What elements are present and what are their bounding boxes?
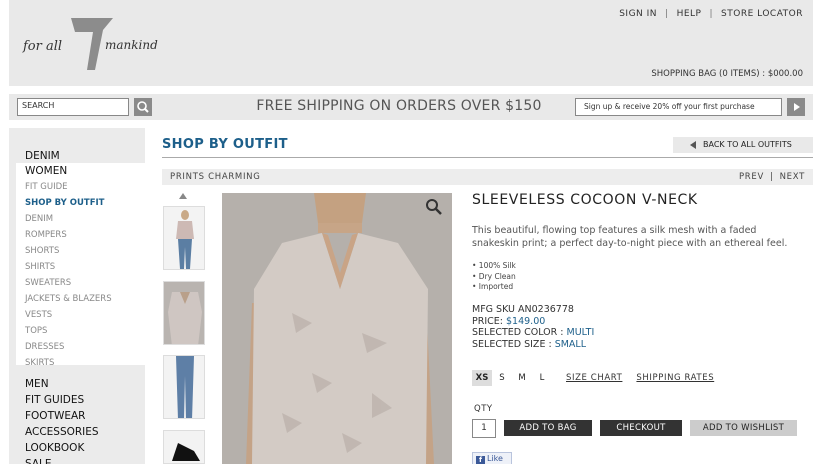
sign-in-link[interactable]: SIGN IN	[619, 9, 657, 19]
sidebar-item-fit-guides[interactable]: FIT GUIDES	[25, 392, 99, 408]
back-to-all-outfits-button[interactable]: BACK TO ALL OUTFITS	[673, 137, 813, 153]
size-value: SMALL	[554, 338, 587, 350]
add-to-bag-button[interactable]: ADD TO BAG	[504, 420, 592, 436]
sidebar-subitem-dresses[interactable]: DRESSES	[16, 339, 145, 355]
feature-item: • 100% Silk	[472, 261, 516, 270]
size-option-m[interactable]: M	[512, 370, 532, 386]
product-thumbnail[interactable]	[163, 430, 205, 464]
sidebar-subitem-skirts[interactable]: SKIRTS	[16, 355, 145, 371]
divider: |	[665, 9, 669, 19]
title-divider	[162, 157, 813, 158]
facebook-icon: f	[476, 456, 485, 464]
free-shipping-banner: FREE SHIPPING ON ORDERS OVER $150	[256, 98, 542, 114]
email-signup-field[interactable]: Sign up & receive 20% off your first pur…	[575, 98, 782, 116]
price-value: $149.00	[506, 315, 546, 327]
zoom-icon[interactable]	[425, 198, 443, 216]
triangle-left-icon	[690, 141, 696, 149]
thumbnail-image	[176, 356, 194, 418]
sidebar-item-footwear[interactable]: FOOTWEAR	[25, 408, 99, 424]
color-label: SELECTED COLOR :	[472, 327, 564, 338]
divider: |	[709, 9, 714, 19]
search-button[interactable]	[134, 98, 152, 116]
divider: |	[770, 172, 774, 182]
site-header: for all mankind SIGN IN | HELP | STORE L…	[9, 0, 813, 86]
color-value: MULTI	[566, 327, 595, 338]
search-input[interactable]: SEARCH	[17, 98, 129, 116]
sidebar-item-men[interactable]: MEN	[25, 376, 99, 392]
model-photo	[222, 193, 452, 464]
product-features: • 100% Silk • Dry Clean • Imported	[472, 261, 516, 293]
help-link[interactable]: HELP	[677, 9, 702, 19]
sidebar-subitem-tops[interactable]: TOPS	[16, 323, 145, 339]
like-label: Like	[487, 454, 503, 463]
sidebar-item-lookbook[interactable]: LOOKBOOK	[25, 440, 99, 456]
size-option-s[interactable]: S	[492, 370, 512, 386]
product-thumbnail[interactable]	[163, 355, 205, 419]
sidebar-subitem-fit-guide[interactable]: FIT GUIDE	[16, 179, 145, 195]
sidebar-item-women[interactable]: WOMEN	[16, 163, 145, 179]
sidebar-nav: DENIM WOMEN FIT GUIDE SHOP BY OUTFIT DEN…	[9, 128, 145, 464]
feature-item: • Imported	[472, 282, 514, 291]
sidebar-subitem-denim[interactable]: DENIM	[16, 211, 145, 227]
product-thumbnail[interactable]	[163, 206, 205, 270]
sidebar-subitem-shorts[interactable]: SHORTS	[16, 243, 145, 259]
size-label: SELECTED SIZE :	[472, 338, 552, 350]
sidebar-subitem-vests[interactable]: VESTS	[16, 307, 145, 323]
women-submenu: WOMEN FIT GUIDE SHOP BY OUTFIT DENIM ROM…	[16, 163, 145, 368]
thumbnail-image	[164, 282, 204, 344]
brand-logo[interactable]: for all mankind	[21, 16, 171, 72]
shipping-rates-link[interactable]: SHIPPING RATES	[636, 373, 714, 383]
outfit-name: PRINTS CHARMING	[170, 172, 261, 182]
quantity-input[interactable]: 1	[472, 419, 496, 438]
thumbnail-image	[172, 443, 200, 461]
sidebar-subitem-shirts[interactable]: SHIRTS	[16, 259, 145, 275]
thumbnail-image	[176, 210, 194, 269]
feature-item: • Dry Clean	[472, 271, 516, 281]
sidebar-item-accessories[interactable]: ACCESSORIES	[25, 424, 99, 440]
sidebar-subitem-shop-by-outfit[interactable]: SHOP BY OUTFIT	[16, 195, 145, 211]
product-thumbnail[interactable]	[163, 281, 205, 345]
outfit-nav-bar: PRINTS CHARMING PREV | NEXT	[162, 169, 813, 185]
utility-nav: SIGN IN | HELP | STORE LOCATOR	[619, 9, 803, 19]
arrow-right-icon	[794, 103, 800, 111]
next-link[interactable]: NEXT	[780, 169, 805, 185]
search-icon	[137, 101, 149, 113]
add-to-wishlist-button[interactable]: ADD TO WISHLIST	[690, 420, 797, 436]
back-label: BACK TO ALL OUTFITS	[703, 140, 792, 149]
prev-link[interactable]: PREV	[739, 169, 764, 185]
sidebar-subitem-sweaters[interactable]: SWEATERS	[16, 275, 145, 291]
facebook-like-button[interactable]: f Like	[472, 452, 512, 464]
page-title: SHOP BY OUTFIT	[162, 137, 288, 152]
shopping-bag-link[interactable]: SHOPPING BAG (0 ITEMS) : $000.00	[651, 69, 803, 79]
size-option-xs[interactable]: XS	[472, 370, 492, 386]
size-option-l[interactable]: L	[532, 370, 552, 386]
checkout-button[interactable]: CHECKOUT	[600, 420, 682, 436]
product-meta: MFG SKU AN0236778 PRICE: $149.00 SELECTE…	[472, 304, 594, 350]
product-name: SLEEVELESS COCOON V-NECK	[472, 192, 698, 208]
size-selector: XS S M L SIZE CHART SHIPPING RATES	[472, 370, 714, 386]
product-main-image[interactable]	[222, 193, 452, 464]
svg-text:mankind: mankind	[105, 38, 158, 52]
price-label: PRICE:	[472, 315, 503, 327]
sidebar-subitem-jackets[interactable]: JACKETS & BLAZERS	[16, 291, 145, 307]
store-locator-link[interactable]: STORE LOCATOR	[721, 9, 803, 19]
sidebar-item-sale[interactable]: SALE	[25, 456, 99, 464]
sku: MFG SKU AN0236778	[472, 304, 574, 315]
qty-label: QTY	[474, 404, 493, 414]
thumbs-up-arrow-icon[interactable]	[179, 193, 187, 199]
size-chart-link[interactable]: SIZE CHART	[566, 373, 622, 383]
signup-submit-button[interactable]	[787, 98, 805, 116]
search-bar-row: SEARCH FREE SHIPPING ON ORDERS OVER $150…	[9, 94, 813, 120]
sidebar-item-denim[interactable]: DENIM	[25, 148, 60, 164]
svg-text:for all: for all	[22, 39, 62, 54]
sidebar-subitem-rompers[interactable]: ROMPERS	[16, 227, 145, 243]
product-description: This beautiful, flowing top features a s…	[472, 225, 788, 249]
